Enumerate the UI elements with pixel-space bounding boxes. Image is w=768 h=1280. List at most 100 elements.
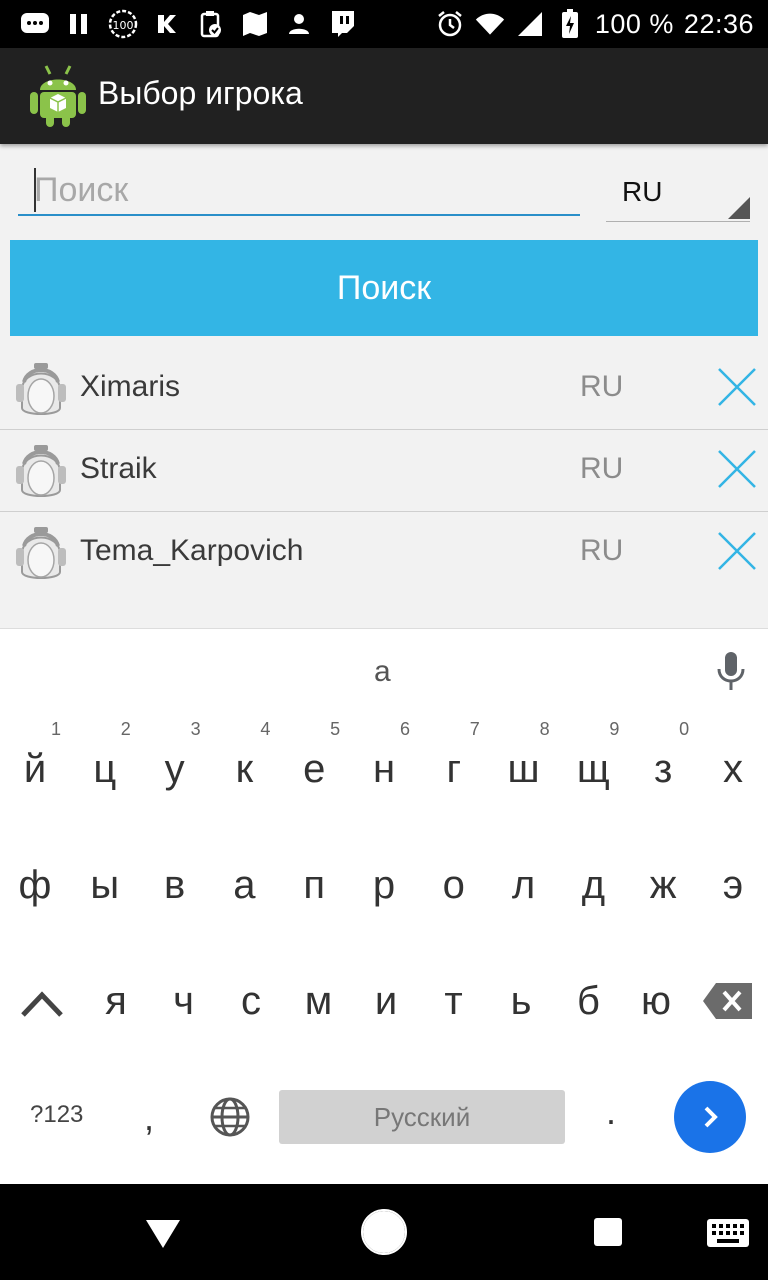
keyboard-row-1: й1ц2у3к4е5н6г7ш8щ9з0 х [0,719,768,819]
key[interactable]: а [209,835,279,935]
key[interactable]: л [489,835,559,935]
symbols-key[interactable]: ?123 [30,1101,83,1129]
key-label: у [164,747,185,791]
space-key[interactable]: Русский [279,1090,565,1144]
period-key[interactable]: . [606,1091,616,1133]
key[interactable]: к4 [209,719,279,819]
pause-icon [64,10,94,38]
recents-icon[interactable] [592,1216,624,1248]
key-label: и [374,979,398,1023]
key[interactable]: я [81,951,151,1051]
twitch-icon [328,10,358,38]
microphone-icon[interactable] [716,651,746,691]
key[interactable]: ь [486,951,556,1051]
key[interactable]: в [140,835,210,935]
key[interactable]: п [279,835,349,935]
key[interactable]: э [698,835,768,935]
region-dropdown[interactable]: RU [606,170,750,222]
key[interactable]: ы [70,835,140,935]
key-label: т [444,979,463,1023]
key[interactable]: у3 [140,719,210,819]
player-row[interactable]: Tema_Karpovich RU [0,512,768,594]
key[interactable]: щ9 [558,719,628,819]
key-label: к [235,747,254,791]
key[interactable]: м [284,951,354,1051]
player-row[interactable]: Straik RU [0,430,768,512]
suggestion-word[interactable]: а [374,655,391,689]
comma-key[interactable]: , [144,1097,154,1139]
remove-player-icon[interactable] [716,366,758,408]
key[interactable]: ш8 [489,719,559,819]
key[interactable]: е5 [279,719,349,819]
key-label: й [23,747,47,791]
system-icons: 100 % 22:36 [435,8,754,40]
key[interactable]: с [216,951,286,1051]
key[interactable]: ю [621,951,691,1051]
player-region: RU [580,370,624,403]
clock: 22:36 [683,8,754,39]
player-region: RU [580,534,624,567]
wifi-icon [475,10,505,38]
player-name: Straik [80,452,157,485]
player-list: Ximaris RU Straik RU Tema_Karpovich RU [0,348,768,594]
key[interactable]: й1 [0,719,70,819]
key-label: с [241,979,261,1023]
key-label: в [163,863,186,907]
clipboard-icon [196,10,226,38]
key-label: м [304,979,333,1023]
text-cursor [34,168,36,212]
home-icon[interactable] [360,1208,408,1256]
player-name: Ximaris [80,370,181,403]
search-button[interactable]: Поиск [10,240,758,336]
app-logo-icon [30,65,86,127]
key[interactable]: ж [628,835,698,935]
key[interactable]: о [419,835,489,935]
player-name: Tema_Karpovich [80,534,304,567]
messages-icon [20,10,50,38]
key[interactable]: х [698,719,768,819]
player-avatar-icon [16,445,66,497]
soft-keyboard: а й1ц2у3к4е5н6г7ш8щ9з0 х фыв а п р о л дж э я ч см… [0,628,768,1184]
map-icon [240,10,270,38]
key[interactable]: д [558,835,628,935]
enter-key[interactable] [674,1081,746,1153]
player-avatar-icon [16,527,66,579]
notification-icons: 100 [20,8,358,40]
remove-player-icon[interactable] [716,448,758,490]
key-label: ч [173,979,194,1023]
key[interactable]: б [554,951,624,1051]
key-label: ь [510,979,532,1023]
suggestion-strip: а [0,629,768,713]
key-label: з [654,747,673,791]
key-label: х [723,747,743,791]
key-label: ю [641,979,671,1023]
player-row[interactable]: Ximaris RU [0,348,768,430]
chevron-right-icon [704,1106,718,1128]
key[interactable]: ц2 [70,719,140,819]
search-input[interactable] [18,166,580,216]
person-icon [284,10,314,38]
key[interactable]: н6 [349,719,419,819]
key[interactable]: и [351,951,421,1051]
remove-player-icon[interactable] [716,530,758,572]
player-region: RU [580,452,624,485]
key-label: л [511,863,536,907]
key[interactable]: г7 [419,719,489,819]
backspace-icon[interactable] [702,981,754,1021]
key[interactable]: ч [149,951,219,1051]
globe-icon[interactable] [208,1095,252,1139]
key-label: б [577,979,600,1023]
key-label: н [372,747,396,791]
key-label: щ [576,747,610,791]
keyboard-switch-icon[interactable] [706,1218,750,1248]
key[interactable]: р [349,835,419,935]
page-title: Выбор игрока [98,75,303,111]
key[interactable]: ф [0,835,70,935]
key-label: д [581,863,606,907]
region-dropdown-value: RU [622,176,663,207]
vk-icon [152,10,182,38]
shift-icon[interactable] [20,985,64,1021]
back-icon[interactable] [144,1216,182,1250]
key[interactable]: т [419,951,489,1051]
key[interactable]: з0 [628,719,698,819]
